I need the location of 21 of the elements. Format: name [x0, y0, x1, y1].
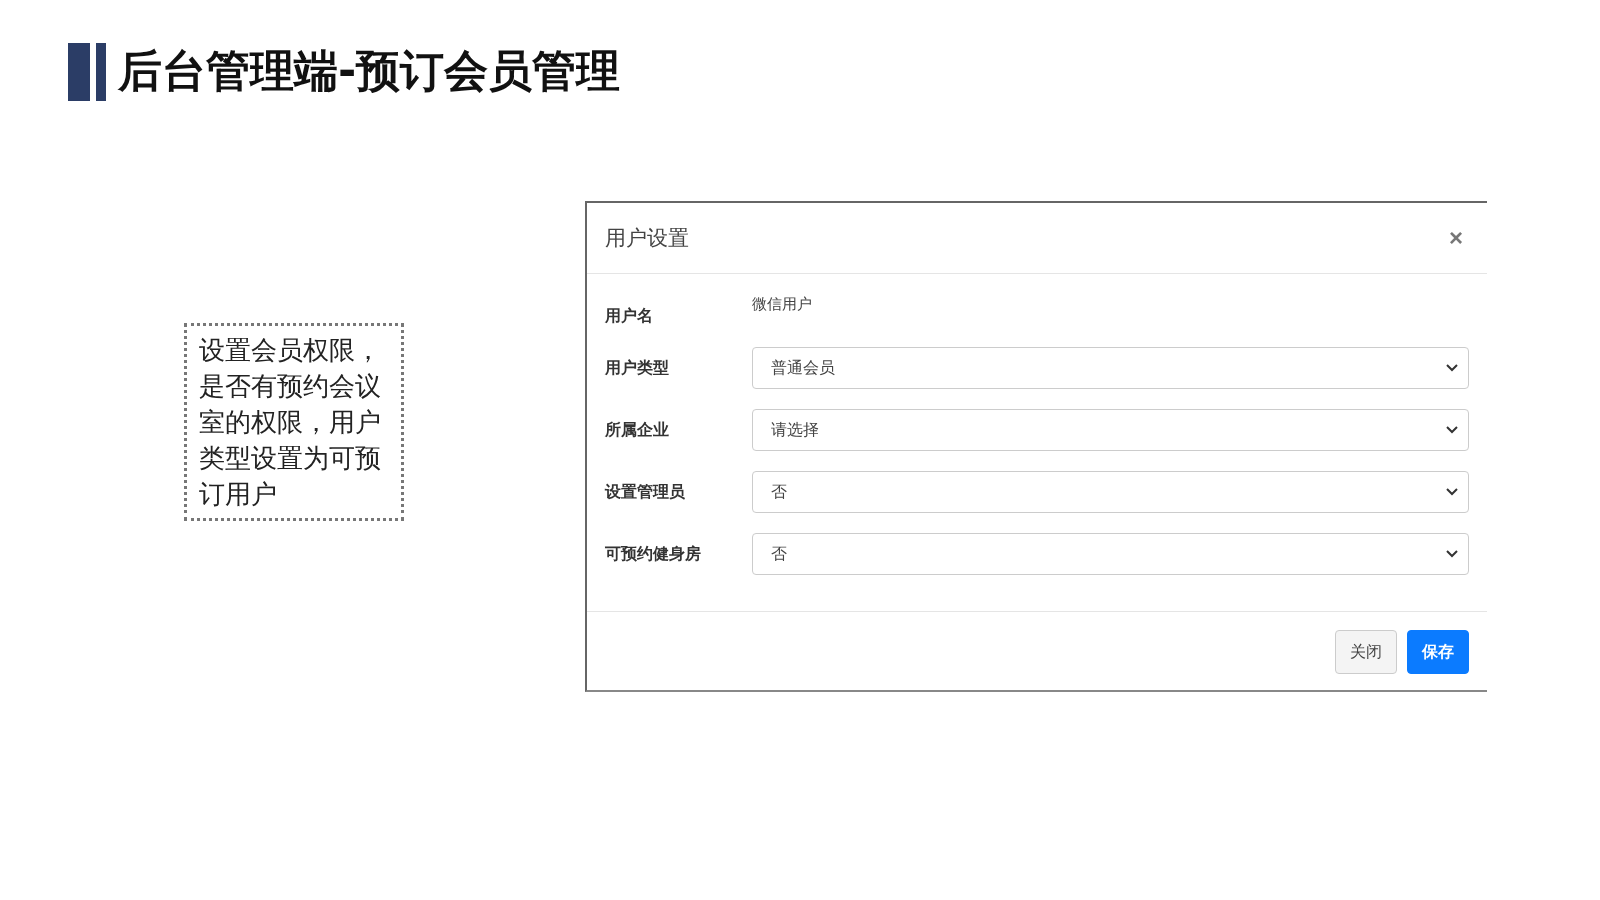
field-value: 微信用户 [752, 294, 812, 315]
select-field[interactable]: 否 [752, 533, 1469, 575]
select-field[interactable]: 请选择 [752, 409, 1469, 451]
dialog-title: 用户设置 [605, 225, 689, 252]
chevron-down-icon [1446, 426, 1458, 434]
chevron-down-icon [1446, 488, 1458, 496]
field-label: 可预约健身房 [605, 543, 702, 565]
title-bars-icon [68, 42, 106, 101]
field-label: 用户类型 [605, 357, 670, 379]
save-button[interactable]: 保存 [1407, 630, 1469, 674]
slide-title: 后台管理端-预订会员管理 [118, 44, 621, 98]
note-text: 设置会员权限，是否有预约会议室的权限，用户类型设置为可预订用户 [184, 323, 404, 521]
close-button[interactable]: × [1445, 224, 1467, 252]
select-field[interactable]: 否 [752, 471, 1469, 513]
select-field[interactable]: 普通会员 [752, 347, 1469, 389]
field-label: 用户名 [605, 306, 654, 327]
chevron-down-icon [1446, 550, 1458, 558]
field-label: 所属企业 [605, 419, 670, 441]
field-label: 设置管理员 [605, 481, 686, 503]
chevron-down-icon [1446, 364, 1458, 372]
close-dialog-button[interactable]: 关闭 [1335, 630, 1397, 674]
